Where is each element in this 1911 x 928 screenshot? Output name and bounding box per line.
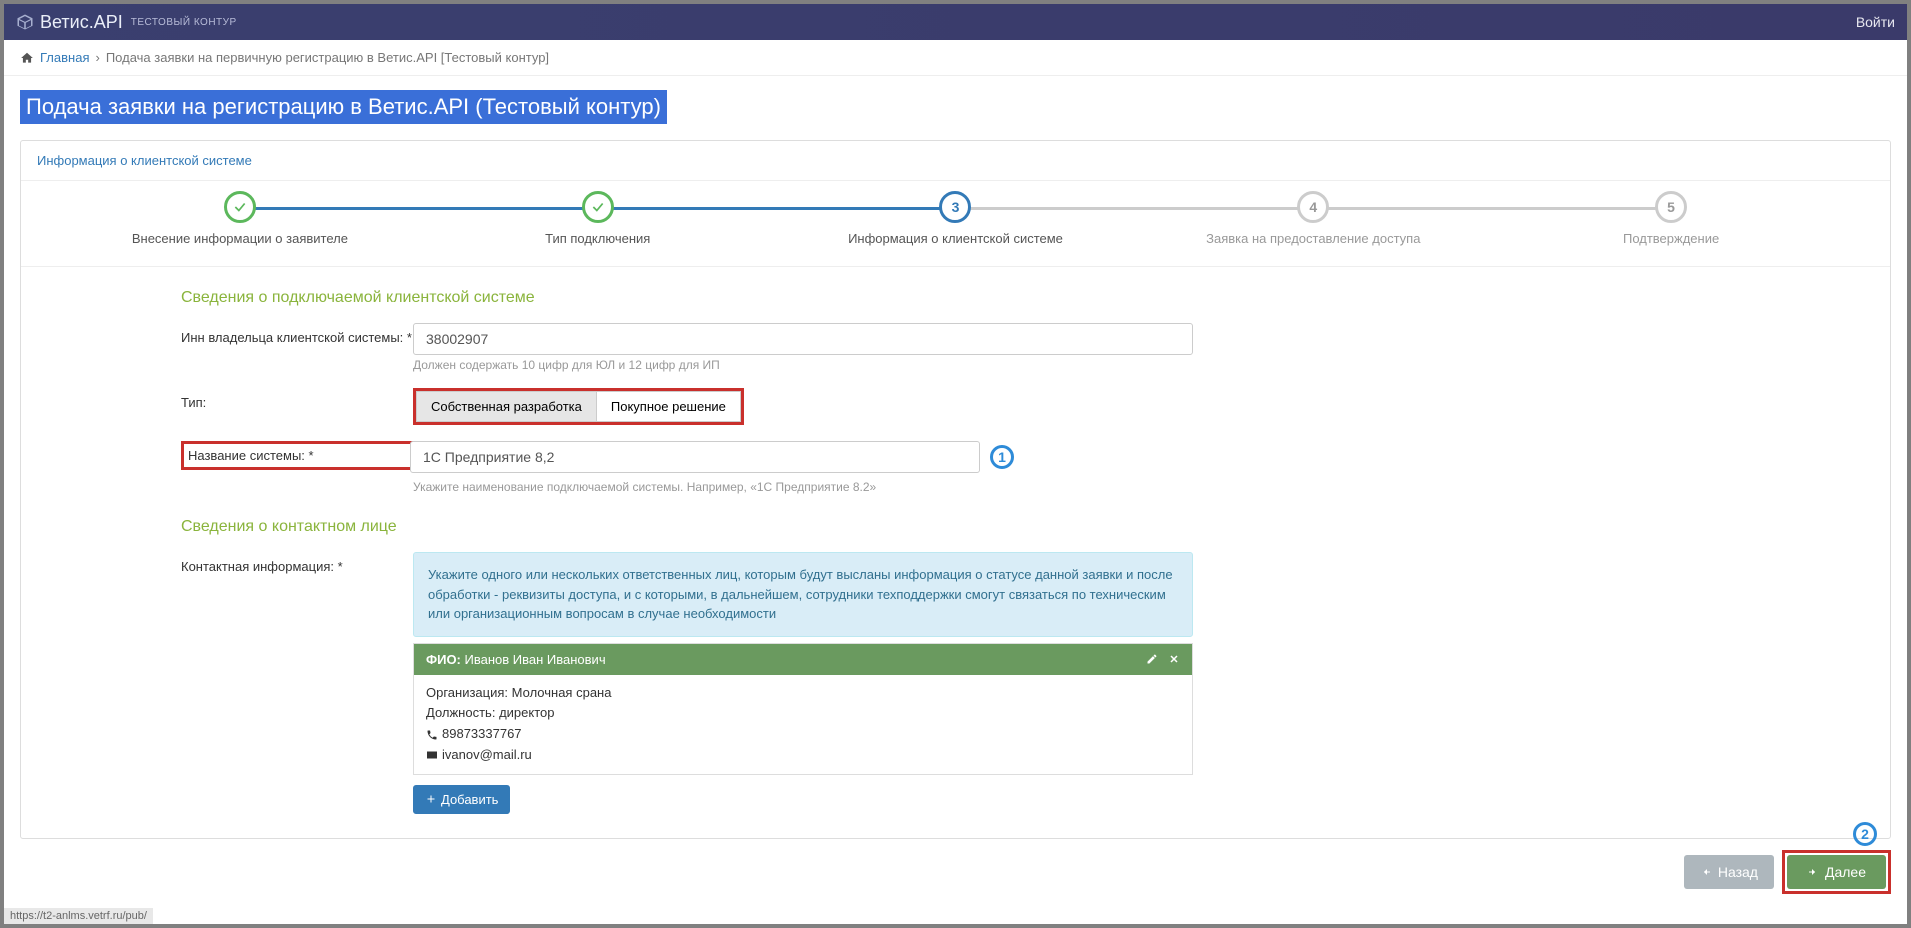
topbar: Ветис.API ТЕСТОВЫЙ КОНТУР Войти — [4, 4, 1907, 40]
status-url: https://t2-anlms.vetrf.ru/pub/ — [4, 908, 153, 924]
step-2: Тип подключения — [419, 191, 777, 246]
sysname-label: Название системы: * — [181, 441, 413, 470]
callout-1: 1 — [990, 445, 1014, 469]
pencil-icon[interactable] — [1146, 653, 1158, 665]
type-purchased-button[interactable]: Покупное решение — [596, 391, 741, 422]
section-client-system: Сведения о подключаемой клиентской систе… — [181, 289, 1830, 307]
check-icon — [591, 200, 605, 214]
env-label: ТЕСТОВЫЙ КОНТУР — [131, 17, 237, 28]
section-contact: Сведения о контактном лице — [181, 518, 1830, 536]
brand-logo[interactable]: Ветис.API — [16, 12, 123, 33]
plus-icon — [425, 793, 437, 805]
panel-heading: Информация о клиентской системе — [21, 141, 1890, 180]
next-button[interactable]: Далее — [1787, 855, 1886, 889]
add-contact-button[interactable]: Добавить — [413, 785, 510, 814]
login-link[interactable]: Войти — [1856, 14, 1895, 30]
step-5: 5 Подтверждение — [1492, 191, 1850, 246]
arrow-left-icon — [1700, 866, 1712, 878]
inn-label: Инн владельца клиентской системы: * — [181, 323, 413, 345]
back-button[interactable]: Назад — [1684, 855, 1774, 889]
sysname-hint: Укажите наименование подключаемой систем… — [413, 480, 1193, 494]
inn-input[interactable] — [413, 323, 1193, 355]
envelope-icon — [426, 749, 438, 761]
arrow-right-icon — [1807, 866, 1819, 878]
sysname-input[interactable] — [410, 441, 980, 473]
check-icon — [233, 200, 247, 214]
step-4: 4 Заявка на предоставление доступа — [1134, 191, 1492, 246]
inn-hint: Должен содержать 10 цифр для ЮЛ и 12 циф… — [413, 358, 1193, 372]
brand-name: Ветис.API — [40, 12, 123, 33]
contact-card: ФИО: Иванов Иван Иванович Организация: М… — [413, 643, 1193, 775]
stepper: Внесение информации о заявителе Тип подк… — [21, 181, 1890, 266]
type-own-button[interactable]: Собственная разработка — [416, 391, 596, 422]
type-label: Тип: — [181, 388, 413, 410]
close-icon[interactable] — [1168, 653, 1180, 665]
contact-card-header: ФИО: Иванов Иван Иванович — [414, 644, 1192, 675]
type-toggle-group: Собственная разработка Покупное решение — [413, 388, 744, 425]
main-panel: Информация о клиентской системе Внесение… — [20, 140, 1891, 839]
callout-2: 2 — [1853, 822, 1877, 846]
step-3: 3 Информация о клиентской системе — [777, 191, 1135, 246]
page-title: Подача заявки на регистрацию в Ветис.API… — [20, 90, 667, 124]
breadcrumb: Главная › Подача заявки на первичную рег… — [4, 40, 1907, 76]
cube-icon — [16, 13, 34, 31]
breadcrumb-current: Подача заявки на первичную регистрацию в… — [106, 50, 549, 65]
breadcrumb-home[interactable]: Главная — [40, 50, 89, 65]
contact-label: Контактная информация: * — [181, 552, 413, 574]
phone-icon — [426, 729, 438, 741]
home-icon — [20, 51, 34, 65]
wizard-nav: Назад Далее — [1684, 850, 1891, 894]
step-1: Внесение информации о заявителе — [61, 191, 419, 246]
contact-info-alert: Укажите одного или нескольких ответствен… — [413, 552, 1193, 637]
